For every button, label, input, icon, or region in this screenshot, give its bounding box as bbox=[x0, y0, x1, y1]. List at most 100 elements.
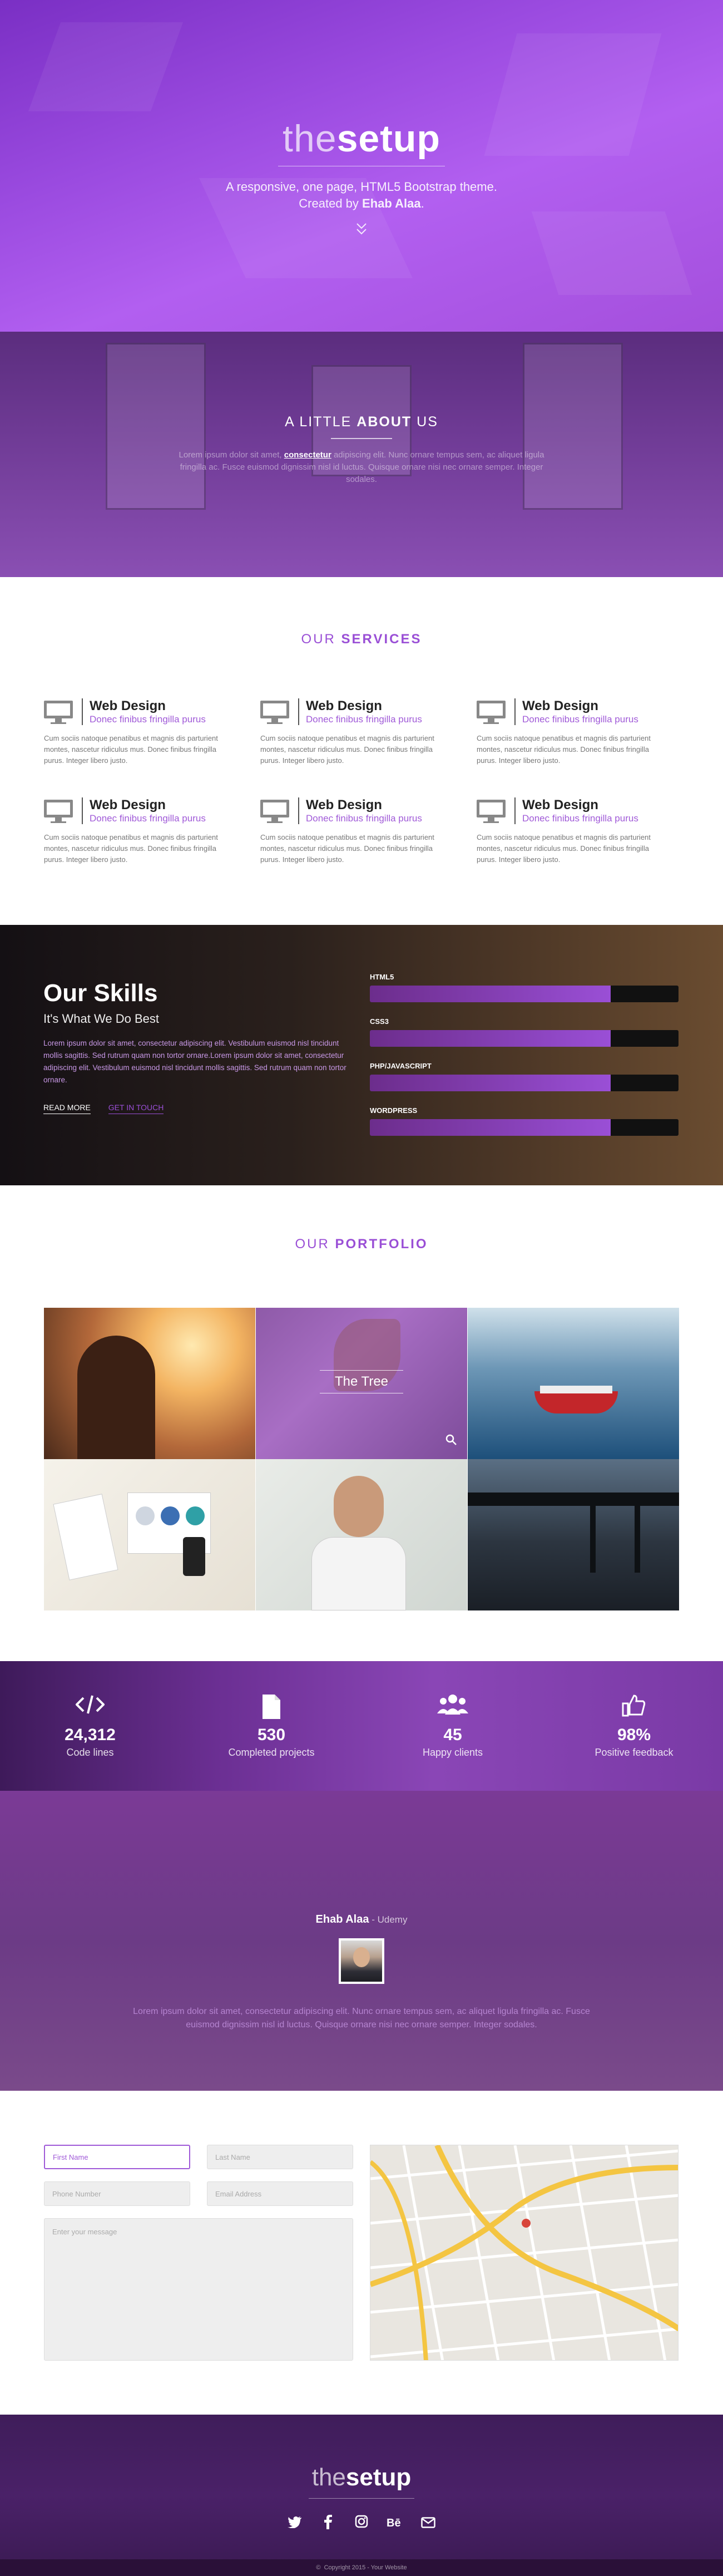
hero-author: Ehab Alaa bbox=[362, 196, 421, 210]
service-item: Web Design Donec finibus fringilla purus C… bbox=[44, 698, 227, 766]
service-text: Cum sociis natoque penatibus et magnis d… bbox=[44, 833, 218, 864]
skill-fill bbox=[370, 986, 611, 1002]
skill-label: CSS3 bbox=[370, 1017, 389, 1026]
stat-positive-feedback: 98% Positive feedback bbox=[578, 1693, 690, 1759]
hero-subtitle-line1: A responsive, one page, HTML5 Bootstrap … bbox=[226, 180, 497, 194]
avatar bbox=[339, 1938, 384, 1984]
stat-label: Happy clients bbox=[422, 1747, 483, 1758]
double-chevron-down-icon[interactable] bbox=[0, 222, 723, 240]
service-subtitle: Donec finibus fringilla purus bbox=[306, 714, 422, 725]
service-title: Web Design bbox=[90, 698, 166, 713]
services-section: OUR SERVICES Web Design Donec finibus fri… bbox=[0, 577, 723, 925]
testimonial-content: Ehab Alaa - Udemy Lorem ipsum dolor sit … bbox=[0, 1913, 723, 2032]
skill-fill bbox=[370, 1030, 611, 1047]
search-icon[interactable] bbox=[445, 1434, 457, 1449]
service-text: Cum sociis natoque penatibus et magnis d… bbox=[477, 734, 651, 765]
email-field[interactable]: Email Address bbox=[207, 2181, 353, 2206]
portfolio-item-the-tree[interactable]: The Tree bbox=[256, 1308, 467, 1459]
about-title: A LITTLE ABOUT US bbox=[0, 414, 723, 430]
skill-bar: HTML5 bbox=[370, 973, 679, 1002]
about-title-end: US bbox=[412, 414, 438, 430]
last-name-field[interactable]: Last Name bbox=[207, 2145, 353, 2169]
copyright-text: Copyright 2015 - Your Website bbox=[324, 2564, 407, 2571]
skill-fill bbox=[370, 1075, 611, 1091]
skill-fill bbox=[370, 1119, 611, 1136]
service-title: Web Design bbox=[522, 698, 598, 713]
portfolio-item-portrait[interactable] bbox=[256, 1459, 467, 1610]
hero-subtitle-suffix: . bbox=[420, 196, 424, 210]
service-title: Web Design bbox=[306, 797, 382, 812]
testimonial-name: Ehab Alaa bbox=[315, 1913, 369, 1925]
contact-section: First Name Last Name Phone Number Email … bbox=[0, 2091, 723, 2415]
service-text: Cum sociis natoque penatibus et magnis d… bbox=[477, 833, 651, 864]
users-icon bbox=[397, 1693, 508, 1722]
footer-logo-bold: setup bbox=[345, 2464, 412, 2491]
stat-label: Code lines bbox=[66, 1747, 114, 1758]
skill-bar: PHP/JAVASCRIPT bbox=[370, 1062, 679, 1091]
testimonial-text: Lorem ipsum dolor sit amet, consectetur … bbox=[133, 2007, 590, 2030]
message-field[interactable]: Enter your message bbox=[44, 2218, 353, 2361]
about-title-bold: ABOUT bbox=[356, 414, 412, 430]
skill-bar: WORDPRESS bbox=[370, 1106, 679, 1136]
instagram-icon[interactable] bbox=[353, 2515, 370, 2533]
skill-label: HTML5 bbox=[370, 973, 394, 981]
read-more-link[interactable]: READ MORE bbox=[43, 1103, 91, 1114]
portfolio-item-boat[interactable] bbox=[468, 1308, 679, 1459]
service-title: Web Design bbox=[90, 797, 166, 812]
skill-track bbox=[370, 1030, 679, 1047]
stat-code-lines: 24,312 Code lines bbox=[34, 1693, 146, 1759]
skills-section: Our Skills It's What We Do Best Lorem ip… bbox=[0, 925, 723, 1185]
portfolio-item-desk[interactable] bbox=[44, 1459, 255, 1610]
services-title-bold: SERVICES bbox=[341, 632, 422, 647]
thumbs-up-icon bbox=[578, 1693, 690, 1722]
stat-number: 98% bbox=[617, 1726, 651, 1744]
monitor-icon bbox=[44, 698, 75, 725]
copyright-icon: © bbox=[316, 2564, 321, 2571]
monitor-icon bbox=[477, 698, 508, 725]
hero-subtitle: A responsive, one page, HTML5 Bootstrap … bbox=[0, 179, 723, 212]
service-item: Web Design Donec finibus fringilla purus C… bbox=[44, 797, 227, 865]
skills-subtitle: It's What We Do Best bbox=[43, 1012, 159, 1026]
service-subtitle: Donec finibus fringilla purus bbox=[306, 813, 422, 824]
about-text-before: Lorem ipsum dolor sit amet, bbox=[179, 450, 284, 460]
portfolio-title-bold: PORTFOLIO bbox=[335, 1237, 428, 1252]
skill-label: PHP/JAVASCRIPT bbox=[370, 1062, 432, 1070]
hero-logo[interactable]: thesetup bbox=[0, 117, 723, 160]
about-text-highlight[interactable]: consectetur bbox=[284, 450, 331, 460]
logo-thin-text: the bbox=[283, 117, 337, 160]
skill-track bbox=[370, 1119, 679, 1136]
service-item: Web Design Donec finibus fringilla purus C… bbox=[477, 797, 660, 865]
stat-label: Completed projects bbox=[228, 1747, 315, 1758]
footer-logo[interactable]: thesetup bbox=[0, 2464, 723, 2491]
service-subtitle: Donec finibus fringilla purus bbox=[90, 714, 206, 725]
code-icon bbox=[34, 1693, 146, 1722]
first-name-field[interactable]: First Name bbox=[44, 2145, 190, 2169]
social-links: Bē bbox=[0, 2515, 723, 2533]
mail-icon[interactable] bbox=[420, 2515, 437, 2533]
portfolio-item-sunset-girl[interactable] bbox=[44, 1308, 255, 1459]
twitter-icon[interactable] bbox=[286, 2515, 303, 2533]
hero-section: thesetup A responsive, one page, HTML5 B… bbox=[0, 0, 723, 332]
svg-text:Bē: Bē bbox=[387, 2517, 401, 2528]
hero-content: thesetup A responsive, one page, HTML5 B… bbox=[0, 117, 723, 240]
portfolio-title-light: OUR bbox=[295, 1237, 335, 1252]
skills-text: Lorem ipsum dolor sit amet, consectetur … bbox=[43, 1039, 346, 1084]
service-subtitle: Donec finibus fringilla purus bbox=[90, 813, 206, 824]
facebook-icon[interactable] bbox=[320, 2515, 336, 2533]
portfolio-item-pier[interactable] bbox=[468, 1459, 679, 1610]
location-map[interactable] bbox=[370, 2145, 679, 2361]
testimonial-section: Ehab Alaa - Udemy Lorem ipsum dolor sit … bbox=[0, 1791, 723, 2091]
get-in-touch-link[interactable]: GET IN TOUCH bbox=[108, 1103, 164, 1114]
service-title: Web Design bbox=[306, 698, 382, 713]
stat-label: Positive feedback bbox=[595, 1747, 674, 1758]
service-item: Web Design Donec finibus fringilla purus C… bbox=[260, 797, 444, 865]
behance-icon[interactable]: Bē bbox=[387, 2515, 403, 2533]
skills-title: Our Skills bbox=[43, 979, 158, 1007]
service-text: Cum sociis natoque penatibus et magnis d… bbox=[44, 734, 218, 765]
about-section: A LITTLE ABOUT US Lorem ipsum dolor sit … bbox=[0, 332, 723, 577]
skill-track bbox=[370, 986, 679, 1002]
phone-field[interactable]: Phone Number bbox=[44, 2181, 190, 2206]
service-text: Cum sociis natoque penatibus et magnis d… bbox=[260, 833, 434, 864]
stat-completed-projects: 530 Completed projects bbox=[216, 1693, 327, 1759]
monitor-icon bbox=[44, 797, 75, 824]
